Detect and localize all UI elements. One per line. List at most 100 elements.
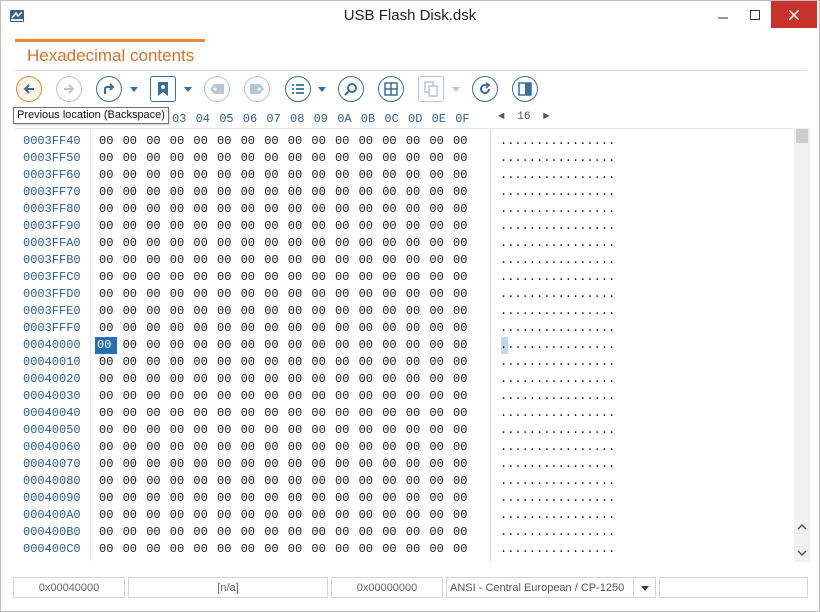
hex-byte[interactable]: 00 [429,406,449,421]
next-bookmark-button[interactable] [244,76,270,102]
hex-byte[interactable]: 00 [170,525,190,540]
maximize-button[interactable] [739,1,771,29]
hex-row[interactable]: 0003FF60 00 00 00 00 00 00 00 00 00 00 00 00 00 00 00 00… [15,167,793,184]
hex-byte[interactable]: 00 [429,457,449,472]
hex-byte[interactable]: 00 [146,134,166,149]
hex-byte[interactable]: 00 [359,474,379,489]
row-ascii[interactable]: ................ [500,321,615,335]
hex-byte[interactable]: 00 [146,423,166,438]
hex-byte[interactable]: 00 [123,440,143,455]
previous-bookmark-button[interactable] [204,76,230,102]
hex-byte[interactable]: 00 [170,474,190,489]
hex-byte[interactable]: 00 [359,389,379,404]
hex-byte[interactable]: 00 [146,525,166,540]
hex-byte[interactable]: 00 [311,355,331,370]
hex-byte[interactable]: 00 [288,168,308,183]
hex-byte[interactable]: 00 [335,474,355,489]
hex-byte[interactable]: 00 [453,474,473,489]
hex-byte[interactable]: 00 [406,168,426,183]
hex-byte[interactable]: 00 [453,168,473,183]
hex-byte[interactable]: 00 [288,457,308,472]
row-ascii[interactable]: ................ [500,338,615,352]
hex-byte[interactable]: 00 [264,474,284,489]
row-ascii[interactable]: ................ [500,491,615,505]
hex-byte[interactable]: 00 [99,270,119,285]
hex-byte[interactable]: 00 [217,168,237,183]
row-ascii[interactable]: ................ [500,236,615,250]
hex-byte[interactable]: 00 [193,185,213,200]
minimize-button[interactable] [707,1,739,29]
hex-byte[interactable]: 00 [241,355,261,370]
hex-byte[interactable]: 00 [406,253,426,268]
hex-byte[interactable]: 00 [311,270,331,285]
hex-byte[interactable]: 00 [217,423,237,438]
hex-byte[interactable]: 00 [335,355,355,370]
row-ascii[interactable]: ................ [500,202,615,216]
hex-byte[interactable]: 00 [123,423,143,438]
hex-row[interactable]: 0003FF70 00 00 00 00 00 00 00 00 00 00 00 00 00 00 00 00… [15,184,793,201]
row-ascii[interactable]: ................ [500,525,615,539]
hex-byte[interactable]: 00 [123,219,143,234]
hex-byte[interactable]: 00 [123,372,143,387]
hex-byte[interactable]: 00 [241,457,261,472]
hex-byte[interactable]: 00 [288,389,308,404]
hex-byte[interactable]: 00 [217,321,237,336]
hex-byte[interactable]: 00 [193,134,213,149]
hex-byte[interactable]: 00 [264,355,284,370]
hex-byte[interactable]: 00 [217,270,237,285]
hex-byte[interactable]: 00 [406,338,426,353]
hex-byte[interactable]: 00 [359,542,379,557]
hex-byte[interactable]: 00 [264,270,284,285]
encoding-dropdown[interactable] [633,577,655,598]
hex-byte[interactable]: 00 [288,202,308,217]
row-ascii[interactable]: ................ [500,253,615,267]
hex-byte[interactable]: 00 [453,253,473,268]
hex-byte[interactable]: 00 [241,321,261,336]
hex-byte[interactable]: 00 [359,134,379,149]
row-ascii[interactable]: ................ [500,474,615,488]
hex-byte[interactable]: 00 [193,151,213,166]
hex-byte[interactable]: 00 [170,338,190,353]
previous-location-button[interactable] [16,76,42,102]
hex-byte[interactable]: 00 [241,253,261,268]
row-ascii[interactable]: ................ [500,542,615,556]
row-ascii[interactable]: ................ [500,355,615,369]
hex-byte[interactable]: 00 [382,457,402,472]
row-ascii[interactable]: ................ [500,508,615,522]
hex-byte[interactable]: 00 [382,185,402,200]
hex-byte[interactable]: 00 [311,525,331,540]
hex-byte[interactable]: 00 [311,457,331,472]
hex-byte[interactable]: 00 [311,491,331,506]
hex-byte[interactable]: 00 [359,185,379,200]
hex-byte[interactable]: 00 [288,236,308,251]
hex-byte[interactable]: 00 [264,389,284,404]
hex-row[interactable]: 000400A0 00 00 00 00 00 00 00 00 00 00 00 00 00 00 00 00… [15,507,793,524]
hex-byte[interactable]: 00 [123,202,143,217]
hex-byte[interactable]: 00 [359,491,379,506]
hex-byte[interactable]: 00 [335,491,355,506]
bookmark-dropdown-icon[interactable] [184,85,192,93]
hex-byte[interactable]: 00 [217,287,237,302]
hex-byte[interactable]: 00 [193,542,213,557]
hex-byte[interactable]: 00 [170,423,190,438]
scroll-up-icon[interactable] [797,522,807,532]
view-mode-dropdown-icon[interactable] [318,85,326,93]
hex-byte[interactable]: 00 [264,185,284,200]
hex-byte[interactable]: 00 [311,236,331,251]
hex-byte[interactable]: 00 [429,287,449,302]
hex-byte[interactable]: 00 [217,508,237,523]
hex-byte[interactable]: 00 [453,287,473,302]
hex-byte[interactable]: 00 [193,457,213,472]
hex-byte[interactable]: 00 [217,134,237,149]
hex-byte[interactable]: 00 [99,491,119,506]
hex-row[interactable]: 00040060 00 00 00 00 00 00 00 00 00 00 00 00 00 00 00 00… [15,439,793,456]
hex-byte[interactable]: 00 [99,542,119,557]
hex-byte[interactable]: 00 [453,219,473,234]
hex-byte[interactable]: 00 [382,151,402,166]
hex-byte[interactable]: 00 [406,185,426,200]
hex-byte[interactable]: 00 [99,423,119,438]
hex-byte[interactable]: 00 [311,304,331,319]
hex-byte[interactable]: 00 [382,287,402,302]
hex-byte[interactable]: 00 [382,304,402,319]
hex-byte[interactable]: 00 [429,236,449,251]
